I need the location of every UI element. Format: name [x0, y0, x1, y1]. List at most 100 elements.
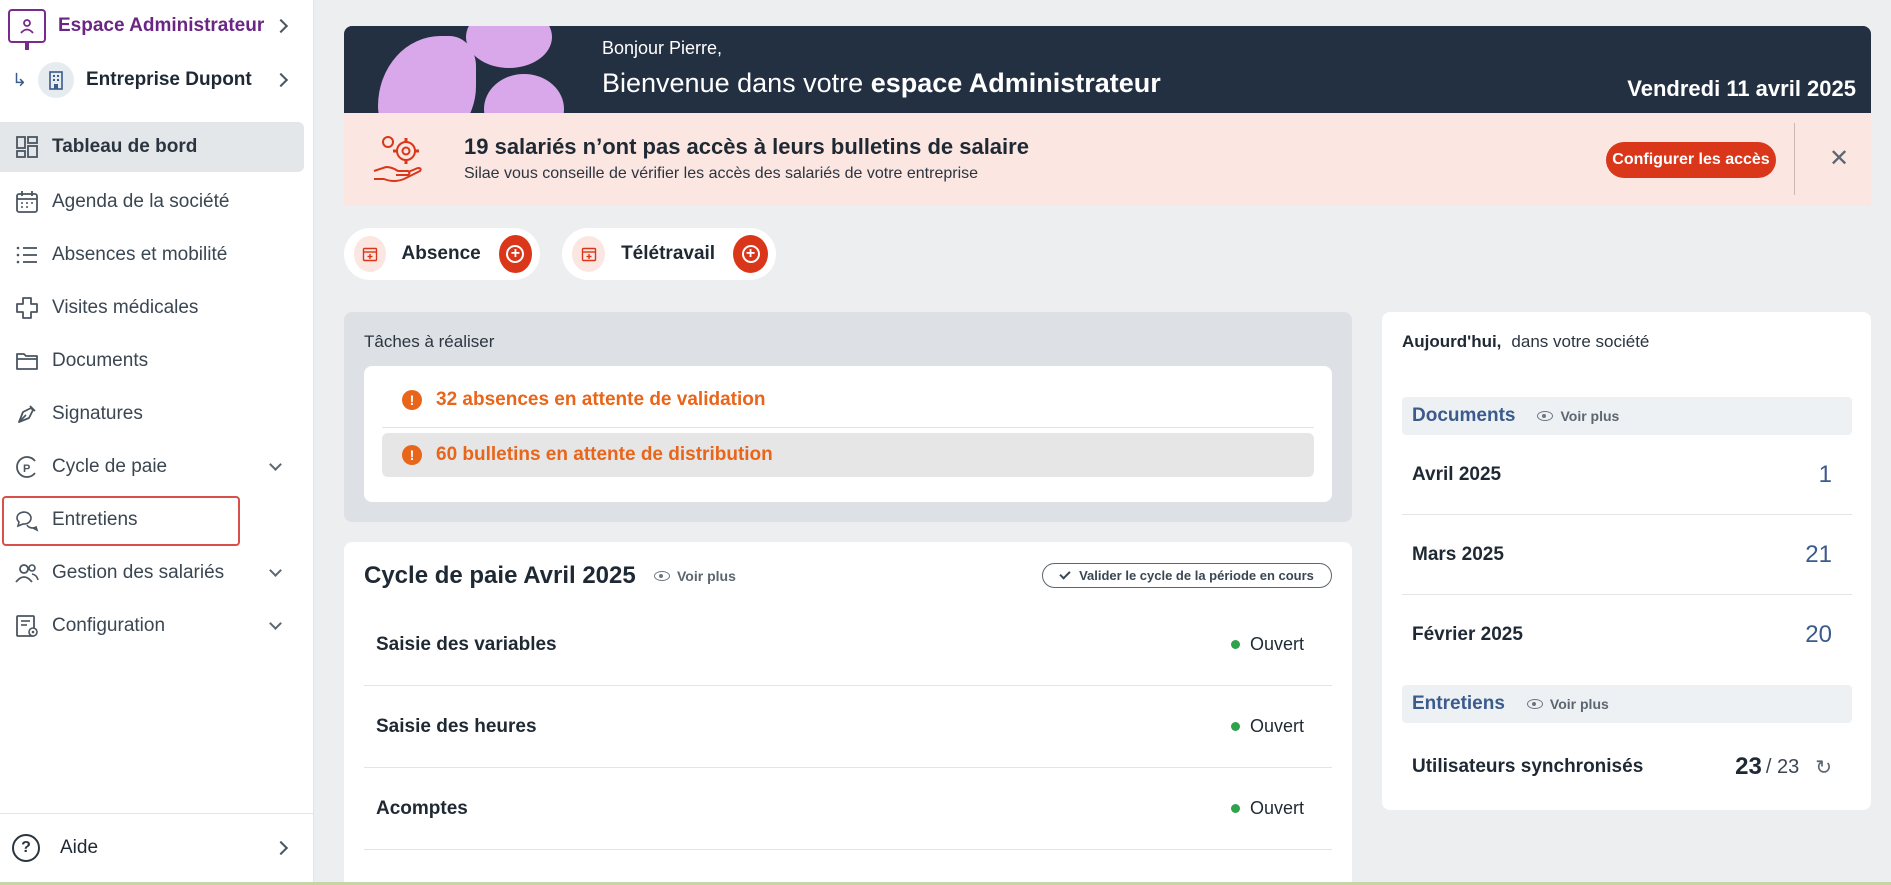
- nav-item-tableau-de-bord[interactable]: Tableau de bord: [0, 122, 304, 172]
- alert-subtitle: Silae vous conseille de vérifier les acc…: [464, 165, 979, 182]
- nav-label: Agenda de la société: [52, 190, 230, 212]
- greeting: Bonjour Pierre,: [602, 38, 723, 58]
- status-badge: Ouvert: [1230, 798, 1304, 819]
- validate-label: Valider le cycle de la période en cours: [1079, 568, 1314, 583]
- space-switcher[interactable]: Espace Administrateur: [8, 8, 298, 50]
- company-switcher[interactable]: ↳ Entreprise Dupont: [12, 60, 298, 100]
- configure-access-button[interactable]: Configurer les accès: [1606, 142, 1776, 178]
- main-nav: Tableau de bord Agenda de la société Abs…: [0, 122, 314, 652]
- add-teletravail-button[interactable]: +: [733, 235, 768, 273]
- eye-icon: [1526, 699, 1543, 709]
- status-badge: Ouvert: [1230, 716, 1304, 737]
- document-month: Mars 2025: [1412, 543, 1504, 565]
- nav-item-cycle-de-paie[interactable]: P Cycle de paie: [0, 440, 314, 493]
- chevron-down-icon[interactable]: [269, 563, 282, 577]
- quick-action-teletravail: Télétravail +: [562, 228, 776, 280]
- tasks-title: Tâches à réaliser: [364, 332, 495, 351]
- document-count: 21: [1805, 540, 1832, 568]
- nav-item-absences[interactable]: Absences et mobilité: [0, 228, 314, 281]
- today-title-bold: Aujourd'hui,: [1402, 332, 1502, 351]
- today-title: Aujourd'hui, dans votre société: [1402, 332, 1649, 352]
- settings-doc-icon: [14, 613, 40, 639]
- documents-section-header: Documents Voir plus: [1402, 397, 1852, 435]
- welcome-title: Bienvenue dans votre espace Administrate…: [602, 68, 1161, 99]
- nav-label: Tableau de bord: [52, 136, 198, 157]
- sync-row: Utilisateurs synchronisés 23 / 23 ↻: [1402, 742, 1852, 792]
- question-circle-icon: ?: [12, 834, 40, 862]
- voir-plus-label: Voir plus: [677, 568, 736, 584]
- nav-item-agenda[interactable]: Agenda de la société: [0, 175, 314, 228]
- nav-label: Visites médicales: [52, 296, 199, 318]
- chevron-down-icon[interactable]: [269, 457, 282, 471]
- gears-hand-icon: [370, 131, 426, 187]
- eye-icon: [654, 571, 670, 581]
- nav-item-signatures[interactable]: Signatures: [0, 387, 314, 440]
- plus-circle-icon: +: [506, 245, 525, 263]
- close-icon[interactable]: ✕: [1824, 143, 1854, 173]
- payroll-icon: P: [14, 454, 40, 480]
- calendar-plus-icon: [572, 236, 606, 272]
- nav-item-configuration[interactable]: Configuration: [0, 599, 314, 652]
- help-link[interactable]: ? Aide: [12, 830, 298, 866]
- divider: [1794, 123, 1795, 195]
- quick-action-label: Absence: [401, 243, 481, 264]
- section-title: Entretiens: [1412, 693, 1505, 714]
- decorative-petal: [378, 36, 476, 113]
- quick-action-label: Télétravail: [621, 243, 716, 264]
- nav-label: Entretiens: [52, 508, 138, 530]
- folder-icon: [14, 348, 40, 374]
- nav-label: Absences et mobilité: [52, 243, 228, 265]
- validate-cycle-button[interactable]: Valider le cycle de la période en cours: [1042, 563, 1332, 588]
- calendar-plus-icon: [354, 236, 386, 272]
- users-icon: [14, 560, 40, 586]
- divider: [0, 813, 314, 814]
- status-badge: Ouvert: [1230, 634, 1304, 655]
- document-count: 1: [1818, 460, 1832, 488]
- status-text: Ouvert: [1249, 716, 1304, 736]
- nav-item-documents[interactable]: Documents: [0, 334, 314, 387]
- voir-plus-label: Voir plus: [1560, 408, 1620, 424]
- plus-circle-icon: +: [741, 245, 760, 263]
- task-text: 60 bulletins en attente de distribution: [436, 444, 773, 465]
- divider: [382, 427, 1314, 428]
- sidebar: Espace Administrateur ↳ Entreprise Dupon…: [0, 0, 314, 885]
- entretiens-section-header: Entretiens Voir plus: [1402, 685, 1852, 723]
- sub-arrow-icon: ↳: [12, 69, 28, 90]
- nav-label: Documents: [52, 349, 149, 371]
- status-dot-icon: [1230, 722, 1240, 731]
- cycle-step-name: Saisie des variables: [376, 633, 557, 655]
- section-title: Documents: [1412, 405, 1516, 426]
- voir-plus-link[interactable]: Voir plus: [1537, 408, 1619, 424]
- medical-cross-icon: [14, 295, 40, 321]
- add-absence-button[interactable]: +: [498, 235, 532, 273]
- cycle-row[interactable]: Saisie des variables Ouvert: [364, 604, 1332, 686]
- status-text: Ouvert: [1249, 798, 1304, 818]
- decorative-petal: [466, 26, 552, 68]
- document-month: Février 2025: [1412, 624, 1523, 645]
- document-count: 20: [1805, 621, 1832, 648]
- monitor-user-icon: [8, 9, 46, 50]
- cycle-row[interactable]: Saisie des heures Ouvert: [364, 686, 1332, 768]
- voir-plus-link[interactable]: Voir plus: [1526, 696, 1609, 712]
- pen-icon: [14, 401, 40, 427]
- tasks-card: Tâches à réaliser ! 32 absences en atten…: [344, 312, 1352, 522]
- nav-item-entretiens[interactable]: Entretiens: [0, 493, 314, 546]
- task-item[interactable]: ! 32 absences en attente de validation: [382, 378, 1314, 422]
- calendar-icon: [14, 189, 40, 215]
- welcome-banner: Bonjour Pierre, Bienvenue dans votre esp…: [344, 26, 1871, 113]
- voir-plus-link[interactable]: Voir plus: [654, 568, 736, 584]
- document-row[interactable]: Mars 2025 21: [1402, 515, 1852, 595]
- task-item[interactable]: ! 60 bulletins en attente de distributio…: [382, 433, 1314, 477]
- warning-icon: !: [402, 445, 422, 465]
- nav-item-visites-medicales[interactable]: Visites médicales: [0, 281, 314, 334]
- chevron-down-icon[interactable]: [269, 616, 282, 630]
- company-name: Entreprise Dupont: [86, 69, 252, 90]
- refresh-icon[interactable]: ↻: [1815, 755, 1832, 780]
- document-row[interactable]: Février 2025 20: [1402, 595, 1852, 675]
- decorative-petal: [484, 74, 564, 113]
- nav-item-gestion-salaries[interactable]: Gestion des salariés: [0, 546, 314, 599]
- cycle-row[interactable]: Acomptes Ouvert: [364, 768, 1332, 850]
- list-icon: [14, 242, 40, 268]
- nav-label: Gestion des salariés: [52, 561, 225, 583]
- document-row[interactable]: Avril 2025 1: [1402, 435, 1852, 515]
